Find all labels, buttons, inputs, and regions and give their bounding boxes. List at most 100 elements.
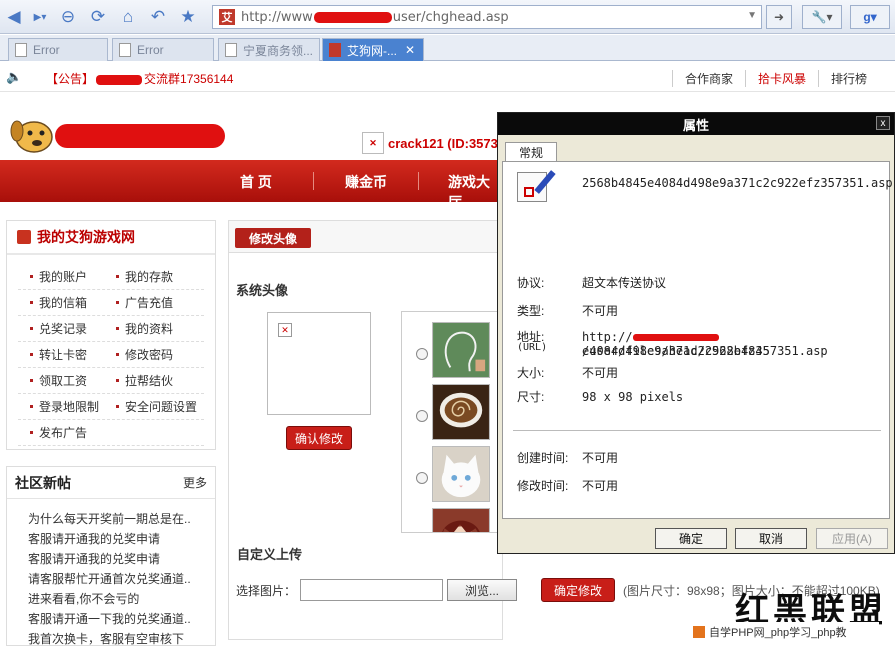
size-value: 不可用: [582, 366, 619, 380]
stop-icon[interactable]: ⊖: [56, 5, 80, 29]
post-link[interactable]: 我首次换卡，客服有空审核下: [28, 630, 184, 647]
protocol-label: 协议:: [517, 276, 545, 290]
avatar-radio-2[interactable]: [416, 410, 428, 422]
avatar-chalk-head[interactable]: [432, 322, 490, 378]
properties-dialog: 属性 x 常规 2568b4845e4084d498e9a371c2c922ef…: [497, 112, 895, 554]
dialog-title: 属性: [498, 113, 894, 135]
speaker-icon: 🔈: [6, 69, 23, 84]
back-icon[interactable]: ◀: [2, 5, 26, 29]
ok-button[interactable]: 确定: [655, 528, 727, 549]
panel-header: 社区新帖 更多: [7, 467, 215, 499]
created-label: 创建时间:: [517, 451, 569, 465]
tab-aigou-active[interactable]: 艾狗网-... ✕: [322, 38, 424, 61]
post-link[interactable]: 为什么每天开奖前一期总是在..: [28, 510, 191, 527]
menu-my-profile[interactable]: 我的资料: [116, 315, 173, 341]
forward-dropdown-icon[interactable]: ▶▾: [28, 5, 52, 29]
avatar-radio-1[interactable]: [416, 348, 428, 360]
announcement-text[interactable]: 【公告】 交流群17356144: [46, 70, 233, 87]
nav-separator: [313, 172, 314, 190]
tools-menu-button[interactable]: 🔧▾: [802, 5, 842, 29]
nav-game-hall[interactable]: 游戏大厅: [448, 172, 500, 212]
nav-earn-coins[interactable]: 赚金币: [345, 172, 387, 192]
avatar-white-cat[interactable]: [432, 446, 490, 502]
avatar-radio-3[interactable]: [416, 472, 428, 484]
dialog-close-icon[interactable]: x: [876, 116, 890, 130]
main-nav: 首 页 赚金币 游戏大厅: [0, 160, 500, 210]
ranking-link[interactable]: 排行榜: [817, 70, 879, 87]
page-icon: [225, 43, 237, 57]
google-letter: g: [863, 10, 871, 24]
notice-bar: 🔈 【公告】 交流群17356144 合作商家 拾卡风暴 排行榜: [0, 62, 895, 92]
panel-title: 社区新帖: [15, 474, 71, 491]
menu-change-password[interactable]: 修改密码: [116, 341, 173, 367]
broken-image-icon: ✕: [362, 132, 384, 154]
home-icon[interactable]: ⌂: [116, 5, 140, 29]
nav-home[interactable]: 首 页: [240, 172, 272, 192]
redaction-mark: [96, 74, 143, 85]
user-info: ✕ crack121 (ID:3573: [362, 132, 498, 154]
menu-collect-salary[interactable]: 领取工资: [30, 367, 87, 393]
site-logo-icon: [693, 626, 705, 638]
modified-value: 不可用: [582, 479, 619, 493]
tab-error-1[interactable]: Error: [8, 38, 108, 61]
menu-security-question[interactable]: 安全问题设置: [116, 393, 197, 419]
address-value-line2[interactable]: e4084d498e9a371c2c922efz357351.asp: [582, 344, 828, 358]
browse-button[interactable]: 浏览...: [447, 579, 518, 601]
file-path-input[interactable]: [300, 579, 444, 601]
system-avatar-gallery[interactable]: [401, 311, 501, 533]
broken-image-icon: ✕: [278, 323, 292, 337]
menu-login-restriction[interactable]: 登录地限制: [30, 393, 99, 419]
post-link[interactable]: 客服请开通我的兑奖申请: [28, 550, 160, 567]
avatar-anime-girl[interactable]: [432, 508, 490, 533]
watermark-caption: 自学PHP网_php学习_php教: [693, 622, 879, 642]
partners-link[interactable]: 合作商家: [671, 70, 745, 87]
post-link[interactable]: 进来看看,你不会亏的: [28, 590, 139, 607]
menu-redeem-records[interactable]: 兑奖记录: [30, 315, 87, 341]
tab-change-avatar[interactable]: 修改头像: [235, 228, 312, 248]
menu-ad-recharge[interactable]: 广告充值: [116, 289, 173, 315]
dog-logo-icon[interactable]: [10, 115, 54, 155]
protocol-value: 超文本传送协议: [582, 276, 667, 290]
refresh-icon[interactable]: ⟳: [86, 5, 110, 29]
system-avatar-heading: 系统头像: [236, 283, 289, 298]
page-icon: [119, 43, 131, 57]
post-link[interactable]: 请客服帮忙开通首次兑奖通道..: [28, 570, 191, 587]
cube-icon: [17, 230, 31, 244]
apply-button[interactable]: 应用(A): [816, 528, 888, 549]
tab-error-2[interactable]: Error: [112, 38, 214, 61]
confirm-change-button[interactable]: 确认修改: [286, 426, 352, 450]
size-label: 大小:: [517, 366, 545, 380]
favorites-star-icon[interactable]: ★: [176, 5, 200, 29]
url-text: http://www user/chghead.asp: [241, 9, 509, 25]
site-favicon: 艾: [219, 9, 235, 25]
select-image-label: 选择图片：: [236, 583, 297, 598]
address-bar[interactable]: 艾 http://www user/chghead.asp ▼: [212, 5, 762, 29]
avatar-coffee-cup[interactable]: [432, 384, 490, 440]
page-icon: [15, 43, 27, 57]
more-link[interactable]: 更多: [183, 474, 207, 491]
tab-close-icon[interactable]: ✕: [405, 43, 415, 57]
dimensions-label: 尺寸:: [517, 390, 545, 404]
menu-post-ad[interactable]: 发布广告: [30, 419, 87, 445]
menu-form-gang[interactable]: 拉帮结伙: [116, 367, 173, 393]
menu-transfer-card[interactable]: 转让卡密: [30, 341, 87, 367]
file-image-icon: [517, 170, 556, 202]
username: crack121 (ID:3573: [388, 135, 498, 151]
tab-ningxia[interactable]: 宁夏商务领...: [218, 38, 320, 61]
go-button[interactable]: ➜: [766, 5, 792, 29]
menu-my-deposit[interactable]: 我的存款: [116, 263, 173, 289]
menu-my-account[interactable]: 我的账户: [30, 263, 87, 289]
type-value: 不可用: [582, 304, 619, 318]
address-dropdown-icon[interactable]: ▼: [747, 10, 757, 21]
google-toolbar-button[interactable]: g ▾: [850, 5, 890, 29]
card-storm-link[interactable]: 拾卡风暴: [744, 70, 818, 87]
dialog-body: 2568b4845e4084d498e9a371c2c922efz357351.…: [502, 161, 893, 519]
undo-icon[interactable]: ↶: [146, 5, 170, 29]
cancel-button[interactable]: 取消: [735, 528, 807, 549]
submit-upload-button[interactable]: 确定修改: [541, 578, 616, 602]
post-link[interactable]: 客服请开通一下我的兑奖通道..: [28, 610, 191, 627]
menu-my-inbox[interactable]: 我的信箱: [30, 289, 87, 315]
post-link[interactable]: 客服请开通我的兑奖申请: [28, 530, 160, 547]
tab-general[interactable]: 常规: [505, 142, 557, 162]
panel-tabbar: 修改头像: [229, 221, 502, 253]
